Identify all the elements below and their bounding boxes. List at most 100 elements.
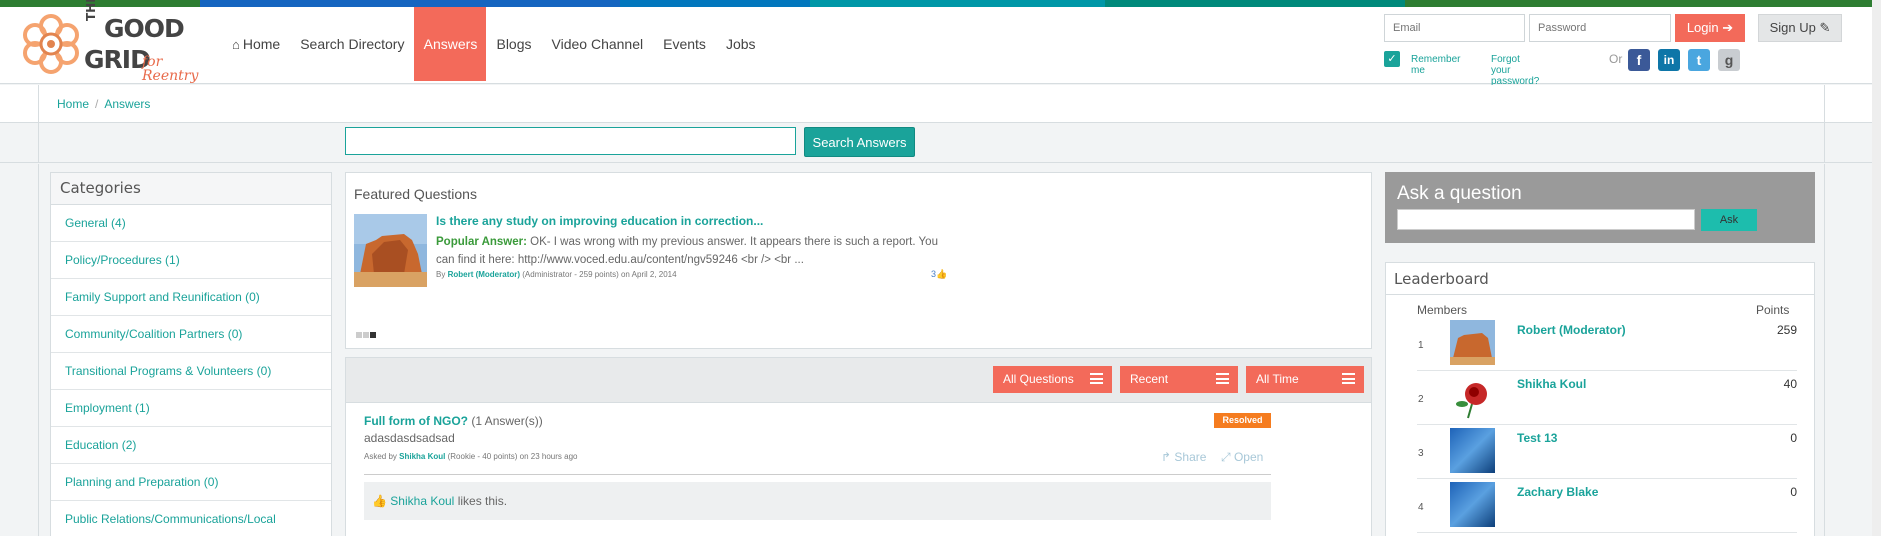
menu-icon bbox=[1090, 373, 1103, 384]
leaderboard-row: 4 Zachary Blake 0 bbox=[1417, 480, 1797, 533]
search-answers-button[interactable]: Search Answers bbox=[804, 127, 915, 157]
nav-answers[interactable]: Answers bbox=[414, 7, 487, 81]
category-item[interactable]: Education (2) bbox=[51, 427, 331, 464]
breadcrumb: Home / Answers bbox=[57, 97, 151, 111]
featured-questions: Featured Questions Is there any study on… bbox=[345, 172, 1372, 349]
thumbs-up-icon: 👍 bbox=[936, 269, 948, 279]
page-scrollbar[interactable] bbox=[1872, 0, 1881, 536]
like-user-link[interactable]: Shikha Koul bbox=[390, 494, 454, 508]
category-item[interactable]: Public Relations/Communications/Local bbox=[51, 501, 331, 536]
question-link[interactable]: Full form of NGO? bbox=[364, 414, 468, 428]
leader-points: 0 bbox=[1790, 485, 1797, 499]
leader-points: 259 bbox=[1776, 323, 1797, 337]
search-answers-input[interactable] bbox=[345, 127, 796, 155]
category-item[interactable]: Community/Coalition Partners (0) bbox=[51, 316, 331, 353]
featured-title: Featured Questions bbox=[354, 186, 477, 202]
password-field[interactable] bbox=[1529, 14, 1671, 42]
leader-points: 0 bbox=[1790, 431, 1797, 445]
leaderboard-row: 2 Shikha Koul 40 bbox=[1417, 372, 1797, 425]
questions-panel: All Questions Recent All Time Full form … bbox=[345, 357, 1372, 536]
ask-input[interactable] bbox=[1397, 209, 1695, 230]
logo-flower-icon bbox=[23, 14, 79, 74]
divider bbox=[364, 474, 1271, 475]
nav-jobs[interactable]: Jobs bbox=[716, 7, 766, 81]
top-color-stripe bbox=[0, 0, 1881, 7]
leader-name-link[interactable]: Shikha Koul bbox=[1517, 377, 1586, 391]
question-meta: Asked by Shikha Koul (Rookie - 40 points… bbox=[364, 452, 578, 461]
menu-icon bbox=[1342, 373, 1355, 384]
logo-good: GOOD bbox=[104, 14, 185, 43]
breadcrumb-bar: Home / Answers bbox=[0, 85, 1881, 123]
twitter-icon[interactable]: t bbox=[1688, 49, 1710, 71]
open-button[interactable]: ⤢ Open bbox=[1221, 450, 1263, 465]
site-logo[interactable]: THE GOOD GRID for Reentry bbox=[20, 0, 220, 84]
categories-title: Categories bbox=[51, 173, 331, 205]
featured-byline: By Robert (Moderator) (Administrator - 2… bbox=[436, 270, 677, 279]
nav-search-directory[interactable]: Search Directory bbox=[290, 7, 414, 81]
featured-author-link[interactable]: Robert (Moderator) bbox=[448, 270, 520, 279]
signup-button[interactable]: Sign Up ✎ bbox=[1758, 14, 1842, 42]
login-label: Login bbox=[1686, 20, 1719, 35]
rank: 1 bbox=[1418, 340, 1424, 351]
ask-title: Ask a question bbox=[1397, 183, 1522, 204]
filter-all-questions[interactable]: All Questions bbox=[993, 366, 1112, 393]
forgot-password-link[interactable]: Forgot your password? bbox=[1491, 54, 1539, 87]
breadcrumb-answers[interactable]: Answers bbox=[104, 97, 150, 111]
featured-thumbnail bbox=[354, 214, 427, 287]
login-icon: ➔ bbox=[1722, 20, 1734, 35]
share-button[interactable]: ↱ Share bbox=[1161, 450, 1206, 464]
breadcrumb-home[interactable]: Home bbox=[57, 97, 89, 111]
avatar bbox=[1450, 374, 1495, 419]
leader-name-link[interactable]: Test 13 bbox=[1517, 431, 1557, 445]
nav-home[interactable]: ⌂ Home bbox=[222, 7, 290, 81]
category-item[interactable]: Policy/Procedures (1) bbox=[51, 242, 331, 279]
avatar bbox=[1450, 428, 1495, 473]
logo-grid: GRID bbox=[84, 45, 151, 74]
or-label: Or bbox=[1609, 52, 1623, 66]
category-item[interactable]: Transitional Programs & Volunteers (0) bbox=[51, 353, 331, 390]
rank: 4 bbox=[1418, 502, 1424, 513]
leaderboard-row: 1 Robert (Moderator) 259 bbox=[1417, 318, 1797, 371]
leaderboard-title: Leaderboard bbox=[1386, 263, 1814, 295]
nav-video-channel[interactable]: Video Channel bbox=[542, 7, 654, 81]
edit-icon: ✎ bbox=[1819, 20, 1831, 35]
nav-home-label: Home bbox=[242, 36, 281, 52]
logo-tagline: for Reentry bbox=[142, 54, 199, 84]
question-author-link[interactable]: Shikha Koul bbox=[399, 452, 445, 461]
main-nav: ⌂ Home Search Directory Answers Blogs Vid… bbox=[222, 7, 766, 81]
google-icon[interactable]: g bbox=[1718, 49, 1740, 71]
expand-icon: ⤢ bbox=[1221, 450, 1231, 464]
site-header: THE GOOD GRID for Reentry ⌂ Home Search D… bbox=[0, 0, 1881, 87]
email-field[interactable] bbox=[1384, 14, 1525, 42]
signup-label: Sign Up bbox=[1769, 20, 1816, 35]
remember-checkbox[interactable]: ✓ bbox=[1384, 51, 1400, 67]
popular-answer-label: Popular Answer: bbox=[436, 236, 527, 248]
featured-likes[interactable]: 3👍 bbox=[931, 269, 947, 280]
category-item[interactable]: Planning and Preparation (0) bbox=[51, 464, 331, 501]
likes-row: 👍 Shikha Koul likes this. bbox=[364, 482, 1271, 520]
leaderboard-row: 3 Test 13 0 bbox=[1417, 426, 1797, 479]
category-item[interactable]: General (4) bbox=[51, 205, 331, 242]
linkedin-icon[interactable]: in bbox=[1658, 49, 1680, 71]
carousel-dots[interactable] bbox=[356, 332, 376, 338]
leader-name-link[interactable]: Zachary Blake bbox=[1517, 485, 1598, 499]
category-item[interactable]: Employment (1) bbox=[51, 390, 331, 427]
leader-name-link[interactable]: Robert (Moderator) bbox=[1517, 323, 1626, 337]
thumbs-up-icon: 👍 bbox=[372, 494, 387, 508]
categories-panel: Categories General (4) Policy/Procedures… bbox=[50, 172, 332, 536]
question-body: adasdasdsadsad bbox=[364, 431, 455, 445]
search-bar: Search Answers bbox=[0, 123, 1881, 163]
leaderboard-panel: Leaderboard Members Points 1 Robert (Mod… bbox=[1385, 262, 1815, 536]
home-icon: ⌂ bbox=[232, 37, 240, 52]
filter-all-time[interactable]: All Time bbox=[1246, 366, 1364, 393]
ask-button[interactable]: Ask bbox=[1701, 209, 1757, 231]
featured-question-link[interactable]: Is there any study on improving educatio… bbox=[436, 214, 763, 228]
nav-blogs[interactable]: Blogs bbox=[486, 7, 541, 81]
facebook-icon[interactable]: f bbox=[1628, 49, 1650, 71]
login-button[interactable]: Login ➔ bbox=[1675, 14, 1745, 42]
nav-events[interactable]: Events bbox=[653, 7, 716, 81]
category-item[interactable]: Family Support and Reunification (0) bbox=[51, 279, 331, 316]
filter-bar: All Questions Recent All Time bbox=[346, 358, 1371, 403]
filter-recent[interactable]: Recent bbox=[1120, 366, 1238, 393]
rank: 2 bbox=[1418, 394, 1424, 405]
